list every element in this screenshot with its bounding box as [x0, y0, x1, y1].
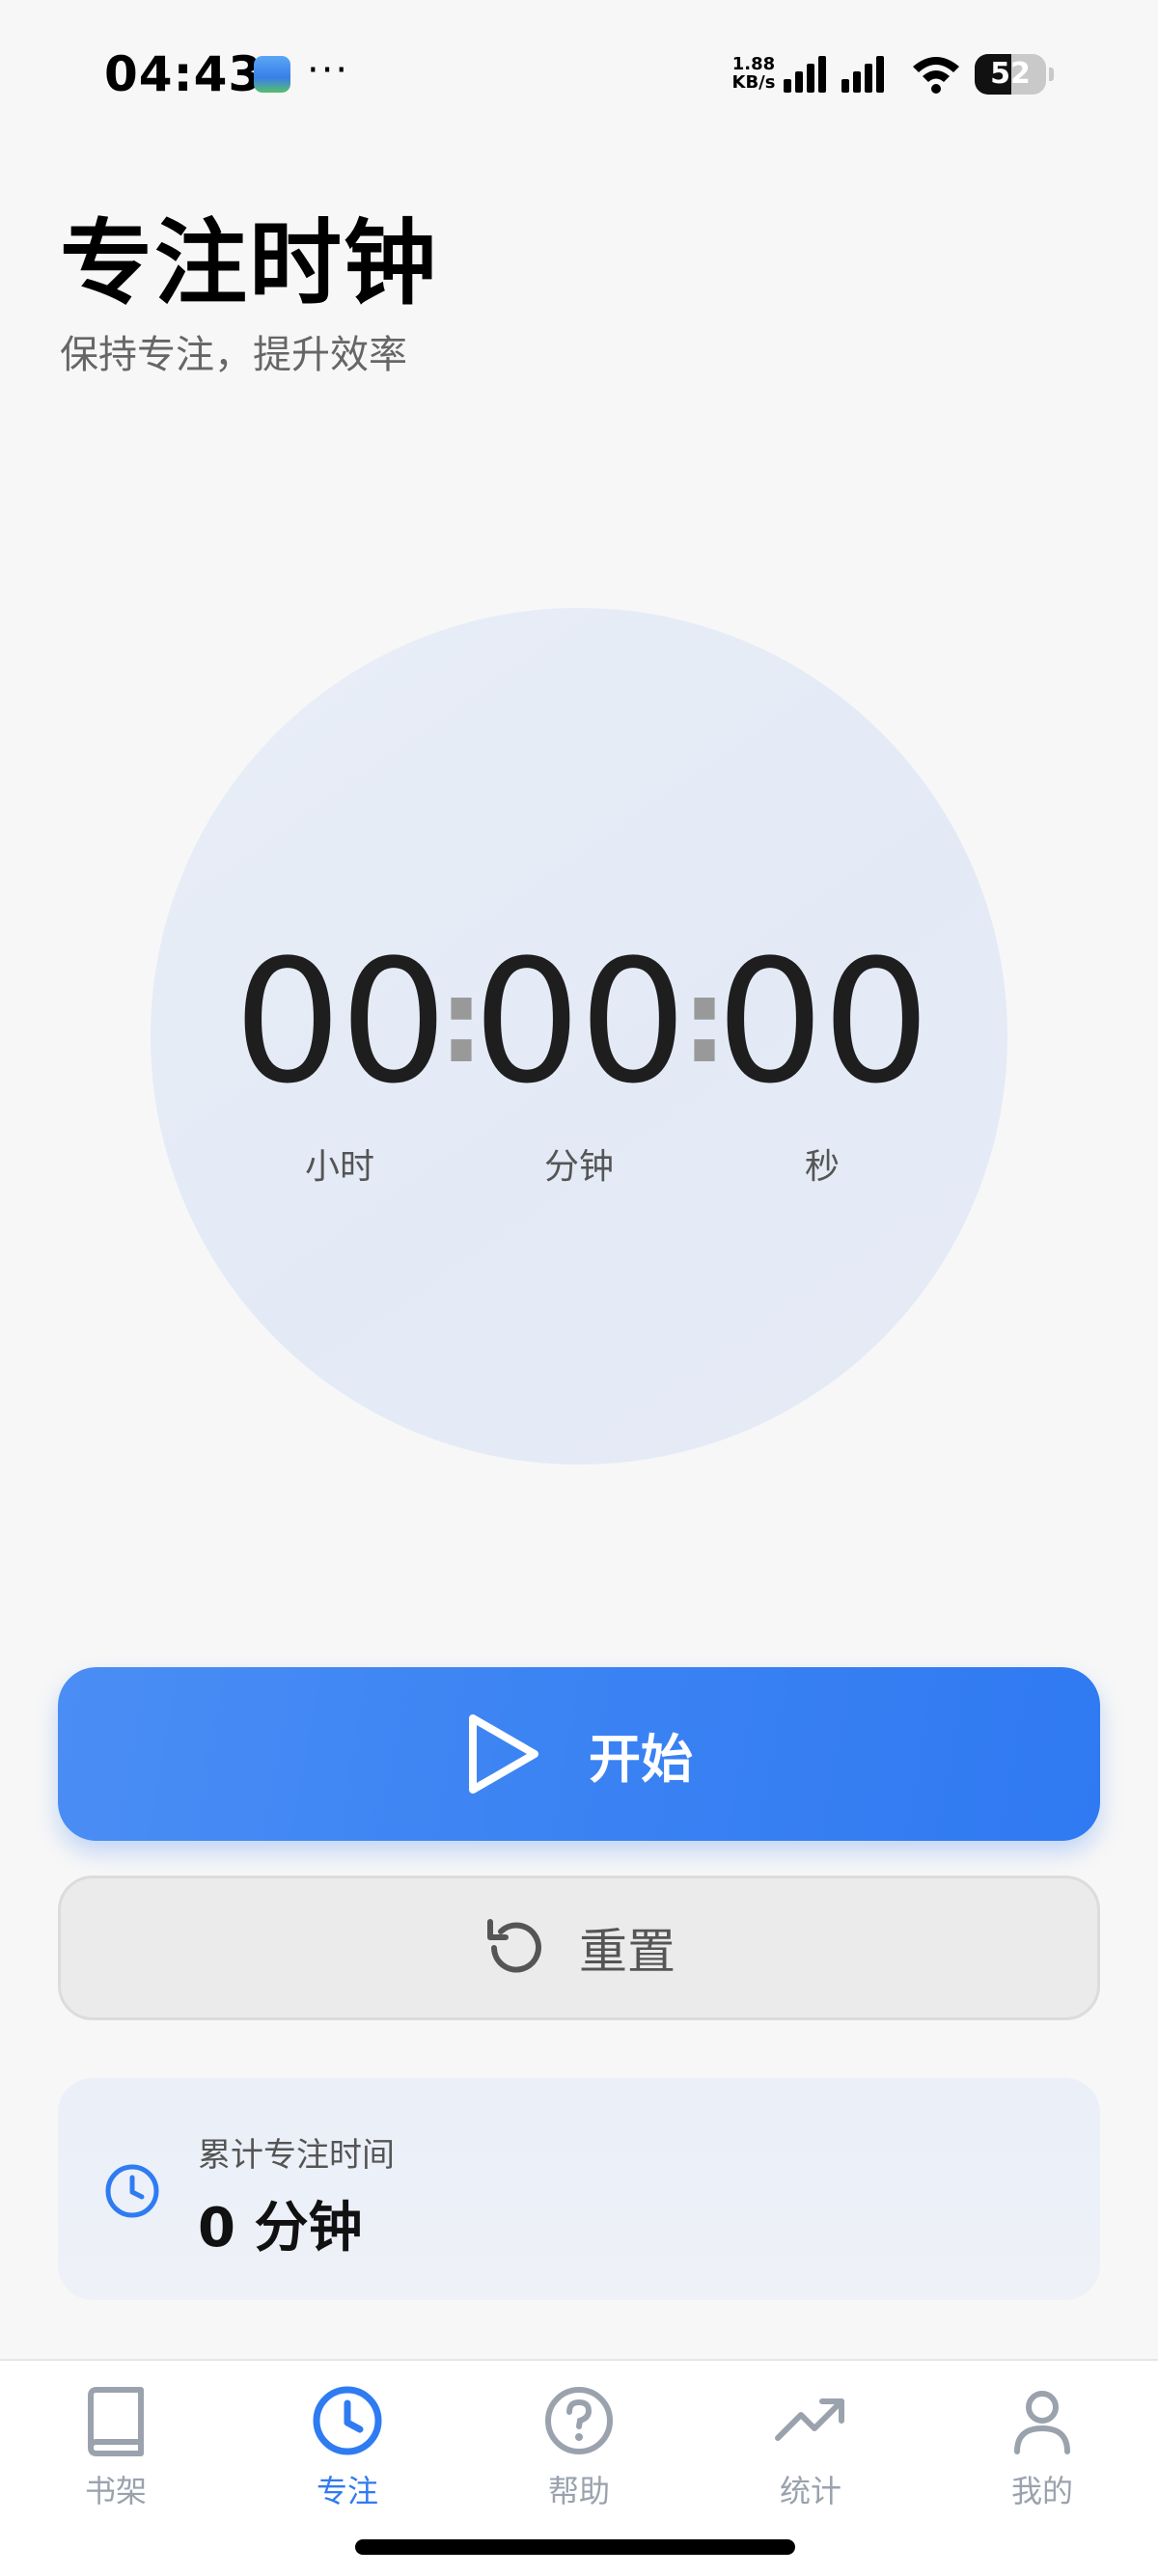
nav-label-bookshelf: 书架: [84, 2473, 147, 2509]
timer-hours: 00 小时: [234, 923, 448, 1189]
clock-icon: [105, 2164, 159, 2218]
play-icon: [469, 1714, 538, 1794]
timer-minutes-value: 00: [473, 923, 687, 1121]
user-icon: [1014, 2391, 1070, 2454]
page-title: 专注时钟: [60, 209, 438, 317]
timer-hours-value: 00: [234, 923, 448, 1121]
nav-item-help[interactable]: 帮助: [482, 2382, 676, 2511]
page-subtitle: 保持专注，提升效率: [60, 333, 407, 377]
status-bar: 04:43 ··· 1.88 KB/s 52: [0, 0, 1158, 145]
nav-label-help: 帮助: [547, 2473, 610, 2509]
total-focus-value: 0 分钟: [198, 2197, 363, 2260]
nav-label-stats: 统计: [779, 2473, 841, 2509]
nav-label-focus: 专注: [316, 2473, 378, 2509]
home-indicator[interactable]: [355, 2539, 795, 2555]
network-speed-value: 1.88: [731, 54, 776, 74]
total-focus-label: 累计专注时间: [198, 2136, 395, 2175]
timer-separator: :: [438, 955, 484, 1089]
start-label: 开始: [589, 1728, 693, 1790]
nav-label-profile: 我的: [1010, 2473, 1073, 2509]
status-time: 04:43: [104, 46, 263, 102]
timer-display: 00 小时 : 00 分钟 : 00 秒: [151, 608, 1007, 1465]
app-notification-icon: [254, 56, 290, 93]
nav-item-bookshelf[interactable]: 书架: [19, 2382, 212, 2511]
reset-label: 重置: [579, 1924, 676, 1980]
timer-minutes: 00 分钟: [473, 923, 687, 1189]
timer-hours-label: 小时: [304, 1147, 374, 1187]
clock-icon: [313, 2386, 382, 2455]
start-button[interactable]: 开始: [58, 1667, 1100, 1841]
network-speed: 1.88 KB/s: [730, 55, 778, 92]
nav-item-focus[interactable]: 专注: [251, 2382, 444, 2511]
wifi-icon: [913, 57, 959, 94]
battery-level: 52: [990, 57, 1031, 91]
nav-item-stats[interactable]: 统计: [714, 2382, 907, 2511]
total-focus-card: 累计专注时间 0 分钟: [58, 2078, 1100, 2300]
book-icon: [88, 2387, 144, 2456]
cellular-signal-icon: [784, 56, 884, 93]
battery-icon: 52: [975, 54, 1054, 95]
reset-button[interactable]: 重置: [58, 1876, 1100, 2020]
trending-up-icon: [775, 2398, 844, 2441]
timer-seconds-value: 00: [716, 923, 930, 1121]
reset-icon: [487, 1919, 541, 1973]
more-notifications-icon: ···: [307, 48, 350, 93]
timer-seconds-label: 秒: [804, 1147, 840, 1187]
timer-separator: :: [681, 955, 728, 1089]
help-icon: [545, 2387, 613, 2454]
nav-item-profile[interactable]: 我的: [946, 2382, 1139, 2511]
timer-minutes-label: 分钟: [543, 1147, 614, 1187]
timer-seconds: 00 秒: [716, 923, 930, 1189]
network-speed-unit: KB/s: [731, 72, 776, 93]
